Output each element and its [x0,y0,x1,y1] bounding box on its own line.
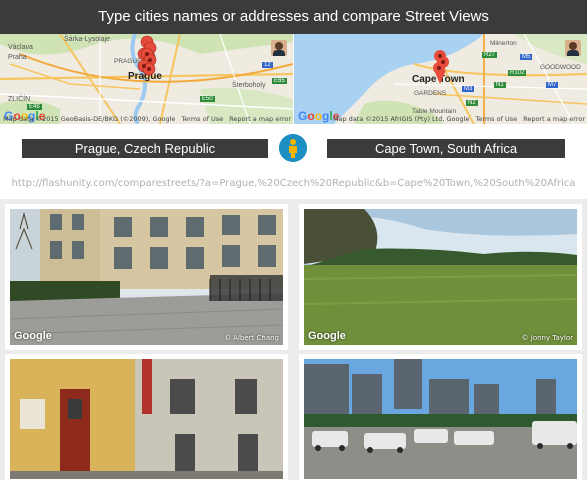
street-view-google-logo: Google [14,330,52,342]
page-header: Type cities names or addresses and compa… [0,0,587,34]
map-data-text: Map data ©2015 GeoBasis-DE/BKG (©2009), … [3,115,176,123]
map-attribution: Map data ©2015 GeoBasis-DE/BKG (©2009), … [0,115,291,123]
street-view-photo[interactable]: Google © Albert Chang [10,209,283,345]
street-view-photo[interactable] [304,359,577,479]
street-view-photo[interactable]: Google © Jonny Taylor [304,209,577,345]
map-data-text: Map data ©2015 AfriGIS (Pty) Ltd, Google [332,115,470,123]
photo-credit[interactable]: © Albert Chang [224,334,279,342]
street-view-cape-town-1[interactable]: Google © Jonny Taylor [299,204,582,350]
street-view-prague-1[interactable]: Google © Albert Chang [5,204,288,350]
map-prague[interactable]: Šárka-Lysolaje Václava Praha ZLIČÍN Šter… [0,34,293,124]
header-title: Type cities names or addresses and compa… [98,8,489,25]
terms-link[interactable]: Terms of Use [475,115,517,123]
city-b-text: Cape Town, South Africa [374,141,518,156]
report-error-link[interactable]: Report a map error [523,115,585,123]
street-view-image [304,359,577,479]
street-view-image [304,209,577,345]
pegman-icon [279,134,307,162]
street-view-prague-2[interactable] [5,354,288,484]
user-avatar[interactable] [565,40,581,56]
street-view-cape-town-2[interactable] [299,354,582,484]
map-cape-town[interactable]: GARDENS Table Mountain GOODWOOD Milnerto… [294,34,587,124]
swap-button[interactable] [279,134,307,162]
report-error-link[interactable]: Report a map error [229,115,291,123]
street-view-google-logo: Google [308,330,346,342]
city-a-field[interactable]: Prague, Czech Republic [22,139,268,158]
user-avatar[interactable] [271,40,287,56]
street-views: Google © Albert Chang Google © Jonny Tay… [0,199,587,484]
city-a-text: Prague, Czech Republic [74,141,216,156]
street-view-image [10,209,283,345]
street-view-image [10,359,283,479]
map-attribution: Map data ©2015 AfriGIS (Pty) Ltd, Google… [327,115,585,123]
share-url[interactable]: http://flashunity.com/comparestreets/?a=… [0,178,587,189]
city-b-field[interactable]: Cape Town, South Africa [327,139,565,158]
photo-credit[interactable]: © Jonny Taylor [522,334,573,342]
terms-link[interactable]: Terms of Use [181,115,223,123]
street-view-photo[interactable] [10,359,283,479]
